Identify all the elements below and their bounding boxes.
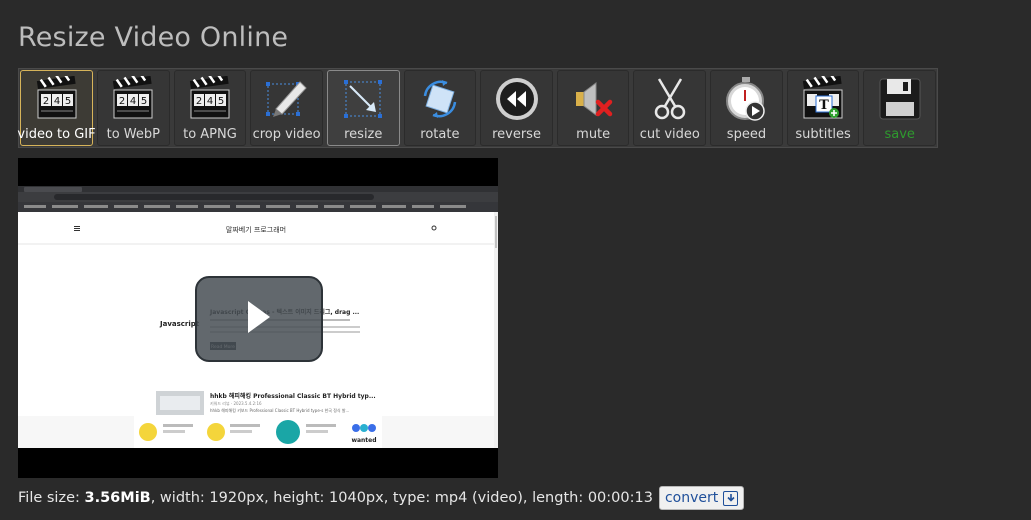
- mute-button[interactable]: mute: [556, 70, 630, 146]
- convert-label: convert: [664, 490, 719, 506]
- svg-text:T: T: [819, 98, 829, 113]
- svg-text:5: 5: [64, 96, 70, 107]
- mute-label: mute: [576, 127, 611, 142]
- speed-label: speed: [726, 127, 767, 142]
- crop-pen-icon: [262, 76, 312, 122]
- to-apng-button[interactable]: 2 4 5 to APNG: [173, 70, 247, 146]
- video-to-gif-button[interactable]: 2 4 5 video to GIF: [17, 70, 96, 146]
- cut-video-button[interactable]: cut video: [633, 70, 707, 146]
- file-info: File size: 3.56MiB, width: 1920px, heigh…: [18, 486, 745, 510]
- reverse-label: reverse: [492, 127, 541, 142]
- clapperboard-icon: 2 4 5: [32, 76, 82, 122]
- clapperboard-icon: 2 4 5: [108, 76, 158, 122]
- clapperboard-subtitles-icon: T: [798, 76, 848, 122]
- page-title: Resize Video Online: [18, 22, 289, 53]
- svg-text:Javascript: Javascript: [159, 320, 200, 328]
- subtitles-button[interactable]: T subtitles: [786, 70, 860, 146]
- video-to-gif-label: video to GIF: [17, 127, 96, 142]
- svg-text:말짜베기 프로그래머: 말짜베기 프로그래머: [226, 225, 286, 234]
- svg-text:5: 5: [218, 96, 224, 107]
- file-size-label: File size:: [18, 490, 80, 506]
- rotate-icon: [415, 76, 465, 122]
- svg-text:5: 5: [141, 96, 147, 107]
- scissors-icon: [645, 76, 695, 122]
- svg-text:hhkb 해피해킹 키보드 Professional Cla: hhkb 해피해킹 키보드 Professional Classic BT Hy…: [210, 407, 349, 413]
- subtitles-label: subtitles: [795, 127, 851, 142]
- speed-button[interactable]: speed: [710, 70, 783, 146]
- svg-text:2: 2: [196, 96, 202, 107]
- save-label: save: [884, 127, 915, 142]
- clapperboard-icon: 2 4 5: [185, 76, 235, 122]
- convert-button[interactable]: convert: [658, 486, 745, 510]
- svg-text:키워드 리뷰 · 2023.5.4.2:16: 키워드 리뷰 · 2023.5.4.2:16: [210, 400, 262, 406]
- floppy-disk-icon: [875, 76, 925, 122]
- crop-video-label: crop video: [252, 127, 321, 142]
- browser-chrome-top: [18, 158, 498, 186]
- resize-label: resize: [344, 127, 383, 142]
- to-apng-label: to APNG: [183, 127, 237, 142]
- to-webp-label: to WebP: [106, 127, 160, 142]
- resize-icon: [338, 76, 388, 122]
- svg-text:4: 4: [130, 96, 136, 107]
- rewind-icon: [492, 76, 542, 122]
- reverse-button[interactable]: reverse: [480, 70, 553, 146]
- resize-button[interactable]: resize: [326, 70, 400, 146]
- stopwatch-icon: [721, 76, 771, 122]
- file-size-value: 3.56MiB: [84, 490, 151, 506]
- to-webp-button[interactable]: 2 4 5 to WebP: [97, 70, 170, 146]
- play-icon: [248, 301, 270, 333]
- svg-text:2: 2: [42, 96, 48, 107]
- svg-text:wanted: wanted: [351, 437, 376, 444]
- svg-text:hhkb 해피해킹 Professional Classic: hhkb 해피해킹 Professional Classic BT Hybrid…: [210, 392, 376, 400]
- crop-video-button[interactable]: crop video: [250, 70, 323, 146]
- file-details: , width: 1920px, height: 1040px, type: m…: [150, 490, 653, 506]
- cut-video-label: cut video: [639, 127, 700, 142]
- play-button[interactable]: [195, 276, 323, 362]
- svg-text:4: 4: [207, 96, 213, 107]
- svg-text:4: 4: [53, 96, 59, 107]
- download-icon: [723, 490, 739, 506]
- save-button[interactable]: save: [863, 70, 937, 146]
- svg-text:2: 2: [119, 96, 125, 107]
- video-preview[interactable]: 말짜베기 프로그래머 Javascript Javascript Canvas …: [18, 158, 498, 478]
- tool-toolbar: 2 4 5 video to GIF 2 4 5 to WebP 2 4 5 t…: [17, 68, 938, 148]
- speaker-mute-icon: [568, 76, 618, 122]
- rotate-button[interactable]: rotate: [403, 70, 477, 146]
- rotate-label: rotate: [420, 127, 460, 142]
